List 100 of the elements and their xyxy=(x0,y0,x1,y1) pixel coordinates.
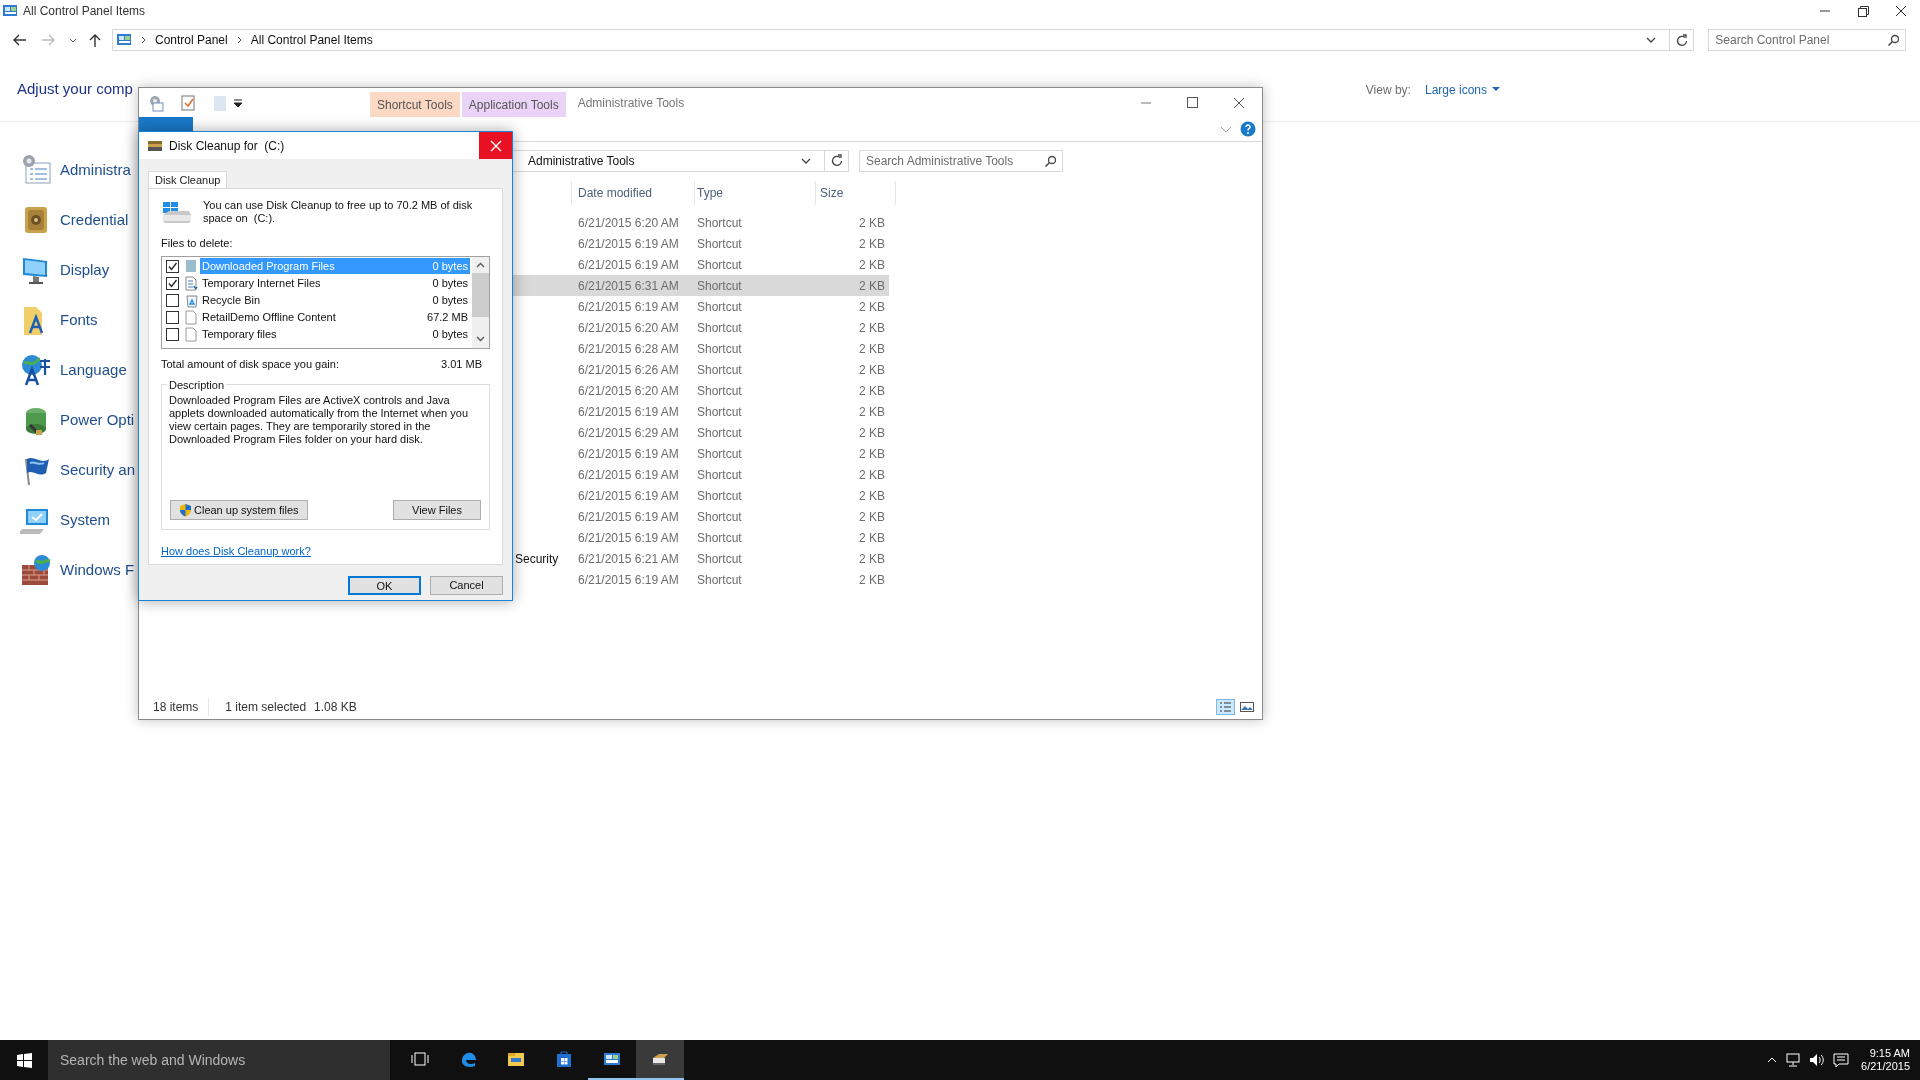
applet-link[interactable]: Windows F xyxy=(60,558,135,582)
search-icon[interactable] xyxy=(1887,34,1899,46)
file-type-icon xyxy=(185,258,198,274)
network-icon[interactable] xyxy=(1785,1052,1802,1068)
taskbar-app-icon[interactable] xyxy=(636,1040,684,1080)
applet-link[interactable]: Fonts xyxy=(60,308,98,332)
applet-link[interactable]: Administra xyxy=(60,158,131,182)
file-row[interactable]: Security 6/21/2015 6:21 AM Shortcut 2 KB xyxy=(513,548,889,569)
files-list[interactable]: Downloaded Program Files 0 bytes Temporary Internet Files 0 bytes Recycle Bin 0 bytes RetailDemo Offline Content 67.2 MB Temporary files 0 bytes xyxy=(161,255,490,349)
file-name: Security xyxy=(515,551,559,566)
help-link[interactable]: How does Disk Cleanup work? xyxy=(161,543,311,560)
size-cell-text: 2 KB xyxy=(858,424,885,442)
breadcrumb-item[interactable]: Administrative Tools xyxy=(528,151,635,170)
search-field[interactable]: Search Control Panel xyxy=(1708,29,1906,51)
applet-link[interactable]: Language xyxy=(60,358,127,382)
file-category[interactable]: Temporary files 0 bytes xyxy=(200,326,470,342)
date-cell-text: 6/21/2015 6:20 AM xyxy=(578,319,680,337)
checkbox[interactable] xyxy=(166,310,179,324)
checklist-icon[interactable] xyxy=(180,93,196,112)
action-center-icon[interactable] xyxy=(1833,1052,1850,1068)
applet-link[interactable]: Power Opti xyxy=(60,408,135,432)
view-dropdown[interactable]: Large icons xyxy=(1424,80,1487,99)
file-row[interactable]: 6/21/2015 6:19 AM Shortcut 2 KB xyxy=(513,443,889,464)
size-cell-text: 2 KB xyxy=(858,256,885,274)
file-category[interactable]: Temporary Internet Files 0 bytes xyxy=(200,275,470,291)
chevron-icon xyxy=(235,35,243,45)
type-cell-text: Shortcut xyxy=(697,571,743,589)
scrollbar[interactable] xyxy=(472,256,489,348)
file-row[interactable]: 6/21/2015 6:19 AM Shortcut 2 KB xyxy=(513,485,889,506)
date-cell-text: 6/21/2015 6:19 AM xyxy=(578,445,680,463)
context-tab[interactable]: Shortcut Tools xyxy=(370,92,460,117)
file-row[interactable]: 6/21/2015 6:20 AM Shortcut 2 KB xyxy=(513,380,889,401)
checkbox[interactable] xyxy=(166,327,179,341)
type-cell-text: Shortcut xyxy=(697,361,743,379)
column-header[interactable]: Size xyxy=(815,181,895,205)
file-row[interactable]: 6/21/2015 6:19 AM Shortcut 2 KB xyxy=(513,569,889,590)
date-cell-text: 6/21/2015 6:21 AM xyxy=(578,550,680,568)
context-tab[interactable]: Application Tools xyxy=(461,92,566,117)
applet-link[interactable]: Security an xyxy=(60,458,136,482)
clock-date[interactable]: 6/21/2015 xyxy=(1861,1060,1910,1073)
volume-icon[interactable] xyxy=(1809,1052,1826,1068)
help-icon[interactable] xyxy=(1240,121,1256,137)
file-row[interactable]: 6/21/2015 6:19 AM Shortcut 2 KB xyxy=(513,527,889,548)
type-cell-text: Shortcut xyxy=(697,424,743,442)
taskbar-search-field[interactable]: Search the web and Windows xyxy=(48,1040,390,1080)
cancel-button[interactable]: Cancel xyxy=(430,576,503,595)
file-row[interactable]: 6/21/2015 6:28 AM Shortcut 2 KB xyxy=(513,338,889,359)
file-row[interactable]: 6/21/2015 6:20 AM Shortcut 2 KB xyxy=(513,317,889,338)
show-hidden-icons[interactable] xyxy=(1767,1056,1778,1064)
view-files-button[interactable]: View Files xyxy=(393,500,481,520)
checkbox[interactable] xyxy=(166,276,179,290)
file-category[interactable]: RetailDemo Offline Content 67.2 MB xyxy=(200,309,470,325)
applet-link[interactable]: Display xyxy=(60,258,110,282)
size-cell-text: 2 KB xyxy=(858,340,885,358)
category-size: 67.2 MB xyxy=(427,309,468,325)
selection-size: 1.08 KB xyxy=(313,699,357,716)
file-category[interactable]: Recycle Bin 0 bytes xyxy=(200,292,470,308)
ok-button[interactable]: OK xyxy=(348,576,421,595)
expand-ribbon-icon[interactable] xyxy=(1220,124,1232,134)
chevron-icon xyxy=(140,35,147,45)
customize-icon[interactable] xyxy=(233,97,243,108)
address-bar[interactable]: Control Panel All Control Panel Items xyxy=(112,29,1695,51)
dialog-tab[interactable]: Disk Cleanup xyxy=(148,171,228,189)
applet-icon[interactable] xyxy=(20,353,52,387)
dialog-title: Disk Cleanup for (C:) xyxy=(169,137,285,155)
file-row[interactable]: 6/21/2015 6:19 AM Shortcut 2 KB xyxy=(513,506,889,527)
clock-time[interactable]: 9:15 AM xyxy=(1869,1047,1910,1060)
file-row[interactable]: 6/21/2015 6:26 AM Shortcut 2 KB xyxy=(513,359,889,380)
file-row[interactable]: 6/21/2015 6:19 AM Shortcut 2 KB xyxy=(513,254,889,275)
date-cell-text: 6/21/2015 6:19 AM xyxy=(578,235,680,253)
file-row[interactable]: 6/21/2015 6:19 AM Shortcut 2 KB xyxy=(513,296,889,317)
search-icon[interactable] xyxy=(1044,154,1056,167)
clean-up-system-files-button[interactable]: Clean up system files xyxy=(170,500,308,520)
category-size: 0 bytes xyxy=(432,292,468,308)
close-button[interactable] xyxy=(479,132,512,159)
dropdown-icon[interactable] xyxy=(1492,87,1500,92)
file-row[interactable]: 6/21/2015 6:31 AM Shortcut 2 KB xyxy=(513,275,889,296)
page-heading: Adjust your comp xyxy=(17,79,133,100)
column-header[interactable]: Type xyxy=(694,181,815,205)
date-cell-text: 6/21/2015 6:19 AM xyxy=(578,466,680,484)
search-field[interactable]: Search Administrative Tools xyxy=(859,149,1063,172)
column-header[interactable]: Date modified xyxy=(571,181,694,205)
category-size: 0 bytes xyxy=(432,275,468,291)
file-row[interactable]: 6/21/2015 6:29 AM Shortcut 2 KB xyxy=(513,422,889,443)
large-icons-view-icon[interactable] xyxy=(1238,699,1256,715)
checkbox[interactable] xyxy=(166,259,179,273)
applet-link[interactable]: Credential xyxy=(60,208,129,232)
file-row[interactable]: 6/21/2015 6:20 AM Shortcut 2 KB xyxy=(513,212,889,233)
file-row[interactable]: 6/21/2015 6:19 AM Shortcut 2 KB xyxy=(513,464,889,485)
file-row[interactable]: 6/21/2015 6:19 AM Shortcut 2 KB xyxy=(513,233,889,254)
breadcrumb-item[interactable]: Control Panel xyxy=(155,31,228,49)
file-row[interactable]: 6/21/2015 6:19 AM Shortcut 2 KB xyxy=(513,401,889,422)
checkbox[interactable] xyxy=(166,293,179,307)
type-cell-text: Shortcut xyxy=(697,340,743,358)
size-cell-text: 2 KB xyxy=(858,466,885,484)
applet-icon[interactable] xyxy=(20,553,52,587)
breadcrumb-item[interactable]: All Control Panel Items xyxy=(250,31,373,49)
applet-link[interactable]: System xyxy=(60,508,110,532)
type-cell-text: Shortcut xyxy=(697,319,743,337)
date-cell-text: 6/21/2015 6:31 AM xyxy=(578,277,680,295)
